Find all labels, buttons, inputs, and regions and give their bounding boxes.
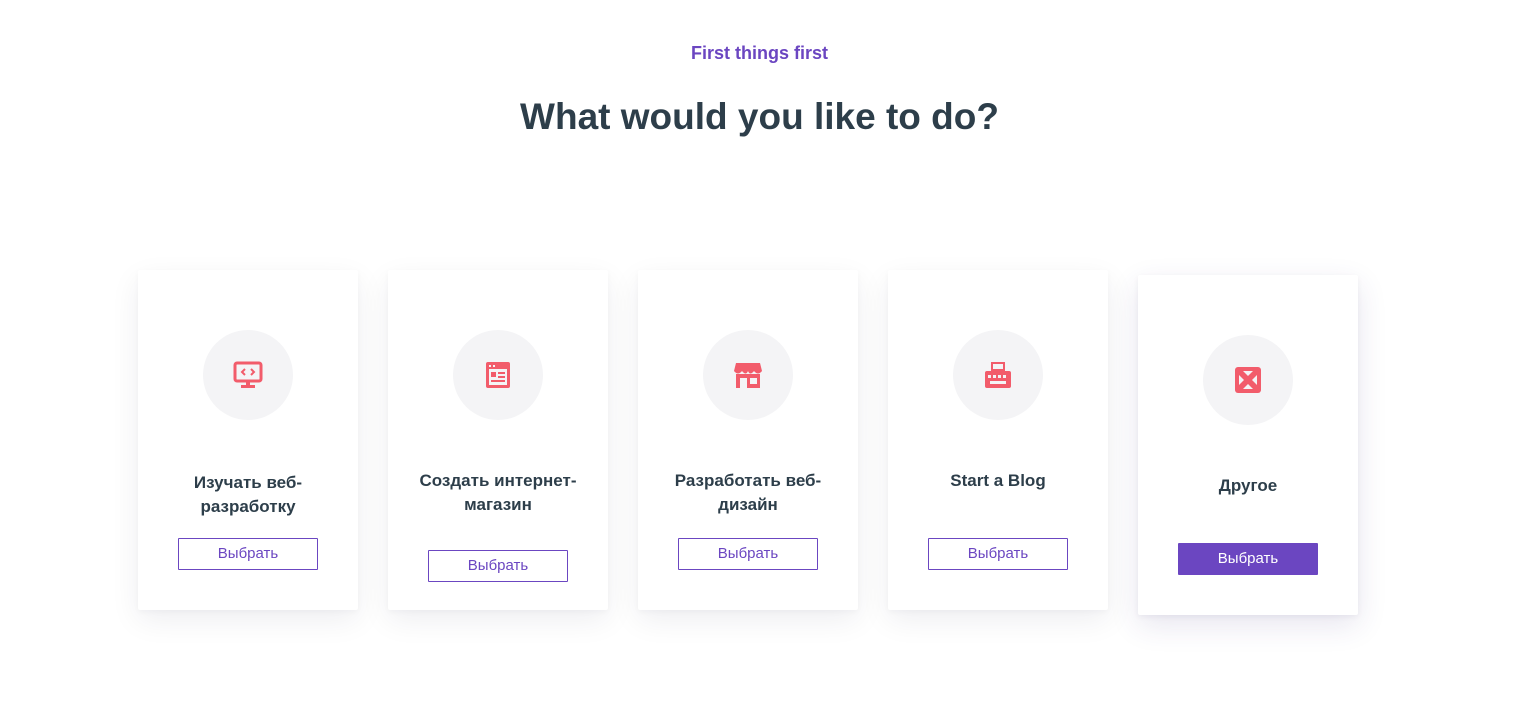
lifebuoy-icon — [1203, 335, 1293, 425]
card-label: Другое — [1218, 476, 1278, 495]
typewriter-icon — [953, 330, 1043, 420]
card-label: Start a Blog — [950, 471, 1046, 490]
select-button-selected[interactable]: Выбрать — [1178, 543, 1318, 575]
option-card-blog[interactable]: Start a Blog Выбрать — [888, 270, 1108, 610]
page-title: What would you like to do? — [520, 96, 999, 137]
option-card-web-design[interactable]: Разработать веб-дизайн Выбрать — [638, 270, 858, 610]
option-card-learn-webdev[interactable]: Изучать веб-разработку Выбрать — [138, 270, 358, 610]
select-button[interactable]: Выбрать — [428, 550, 568, 582]
monitor-code-icon — [203, 330, 293, 420]
select-button[interactable]: Выбрать — [178, 538, 318, 570]
option-card-online-store[interactable]: Создать интернет-магазин Выбрать — [388, 270, 608, 610]
browser-window-icon — [453, 330, 543, 420]
select-button[interactable]: Выбрать — [678, 538, 818, 570]
eyebrow-text: First things first — [690, 43, 828, 63]
select-button[interactable]: Выбрать — [928, 538, 1068, 570]
option-card-other[interactable]: Другое Выбрать — [1138, 275, 1358, 615]
card-label: Создать интернет-магазин — [419, 471, 577, 514]
card-label: Разработать веб-дизайн — [674, 471, 822, 514]
storefront-icon — [703, 330, 793, 420]
card-label: Изучать веб-разработку — [193, 473, 303, 516]
